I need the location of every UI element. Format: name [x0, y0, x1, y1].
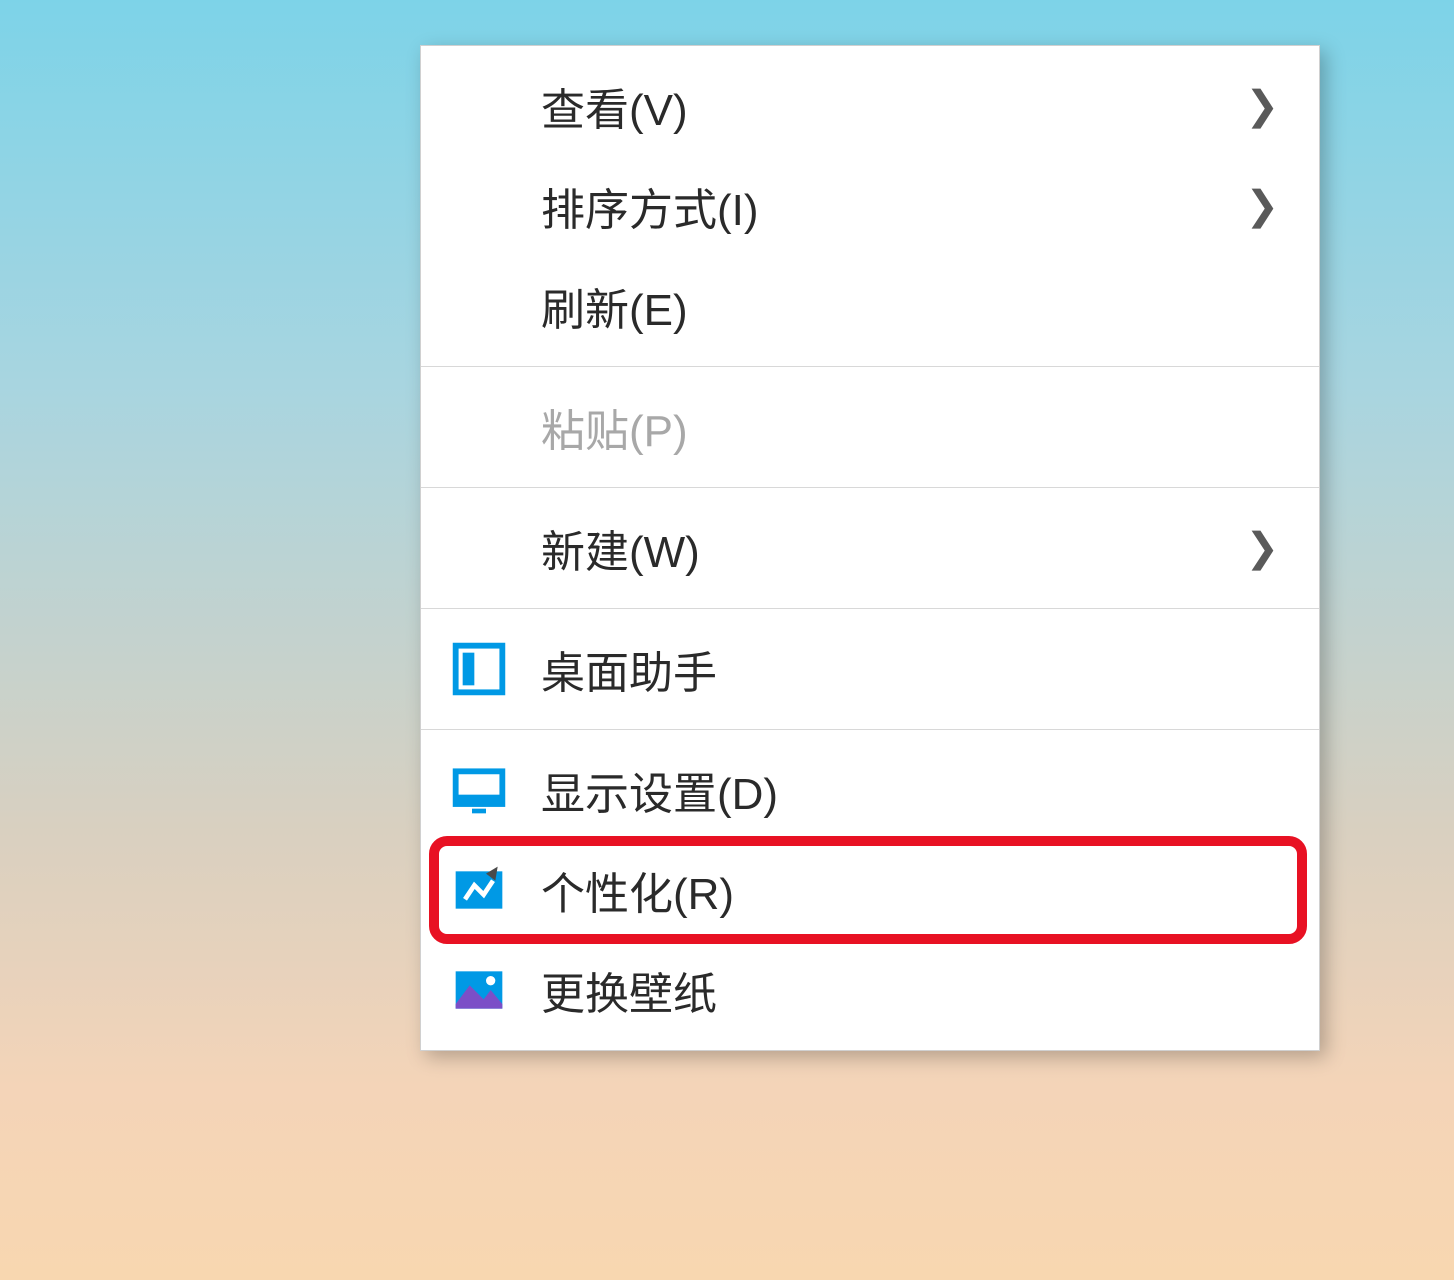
menu-item-desktop-assistant[interactable]: 桌面助手 [421, 619, 1319, 719]
display-icon [451, 762, 541, 818]
menu-label: 更换壁纸 [541, 958, 1279, 1022]
chevron-right-icon: ❯ [1245, 525, 1279, 571]
wallpaper-icon [451, 962, 541, 1018]
menu-separator [421, 366, 1319, 367]
menu-label: 粘贴(P) [541, 395, 1279, 459]
menu-label: 显示设置(D) [541, 758, 1279, 822]
menu-item-sort[interactable]: 排序方式(I) ❯ [421, 156, 1319, 256]
menu-separator [421, 608, 1319, 609]
menu-separator [421, 729, 1319, 730]
chevron-right-icon: ❯ [1245, 83, 1279, 129]
menu-label: 查看(V) [541, 74, 1245, 138]
panel-icon [451, 641, 541, 697]
personalize-icon [451, 862, 541, 918]
menu-item-change-wallpaper[interactable]: 更换壁纸 [421, 940, 1319, 1040]
menu-item-personalize[interactable]: 个性化(R) [421, 840, 1319, 940]
menu-label: 个性化(R) [541, 858, 1279, 922]
menu-separator [421, 487, 1319, 488]
menu-item-display-settings[interactable]: 显示设置(D) [421, 740, 1319, 840]
menu-item-refresh[interactable]: 刷新(E) [421, 256, 1319, 356]
menu-label: 新建(W) [541, 516, 1245, 580]
menu-label: 刷新(E) [541, 274, 1279, 338]
desktop-context-menu: 查看(V) ❯ 排序方式(I) ❯ 刷新(E) 粘贴(P) 新建(W) ❯ 桌面… [420, 45, 1320, 1051]
menu-item-new[interactable]: 新建(W) ❯ [421, 498, 1319, 598]
menu-label: 桌面助手 [541, 637, 1279, 701]
menu-item-paste: 粘贴(P) [421, 377, 1319, 477]
menu-item-view[interactable]: 查看(V) ❯ [421, 56, 1319, 156]
menu-label: 排序方式(I) [541, 174, 1245, 238]
chevron-right-icon: ❯ [1245, 183, 1279, 229]
